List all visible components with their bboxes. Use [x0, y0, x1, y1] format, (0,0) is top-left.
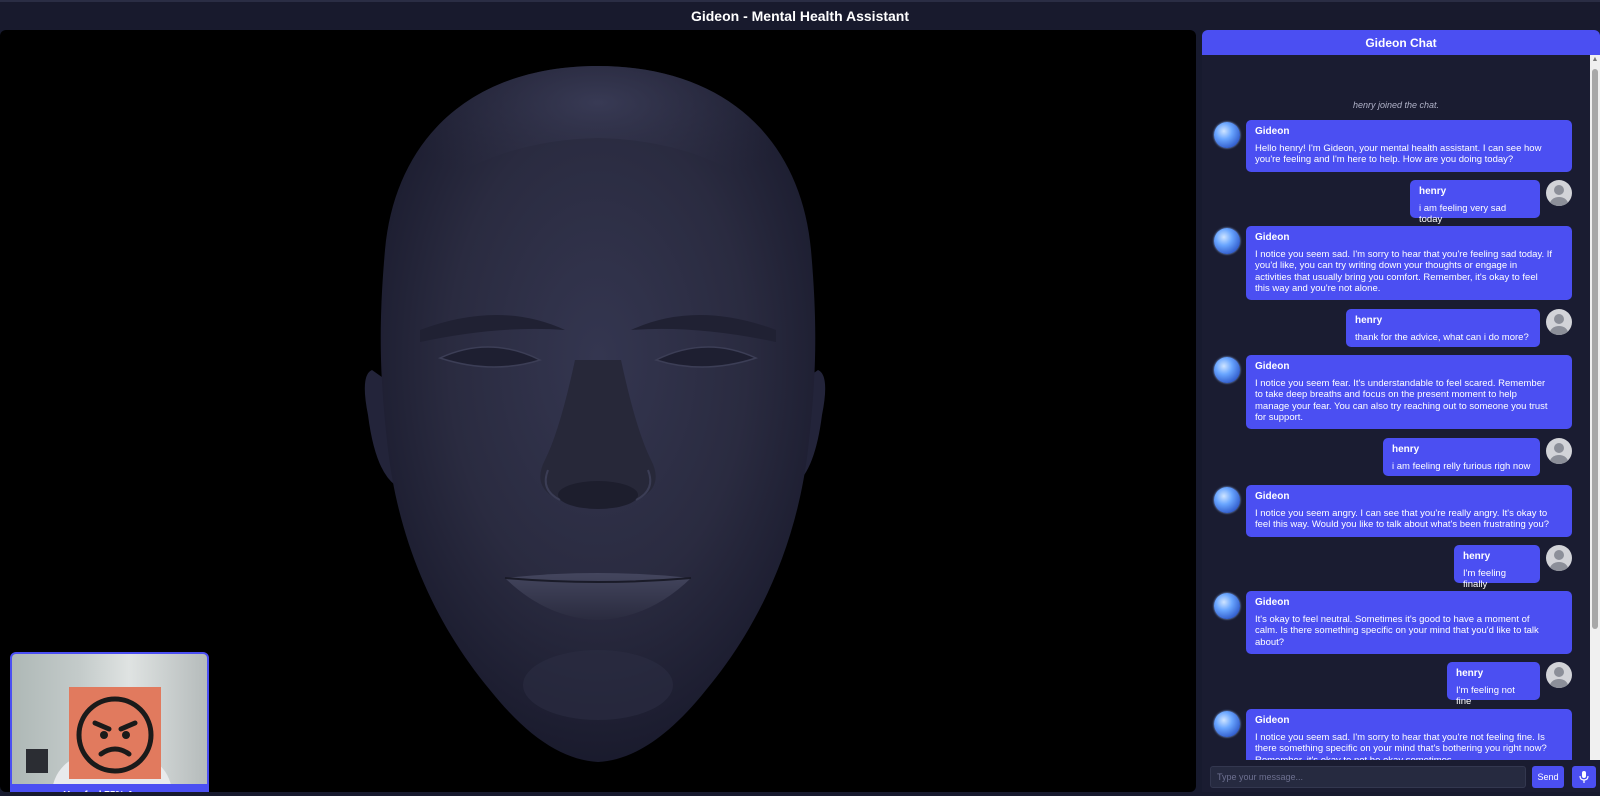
- webcam-preview: You feel 75% Angry: [10, 652, 209, 792]
- message-sender: Gideon: [1255, 126, 1290, 137]
- bot-message: Gideon I notice you seem fear. It's under…: [1246, 355, 1572, 429]
- app-header: Gideon - Mental Health Assistant: [0, 0, 1600, 30]
- message-text-line: there something specific on your mind th…: [1255, 743, 1547, 755]
- bot-avatar-icon: [1214, 711, 1240, 737]
- message-text-line: you'd like, you can try writing down you…: [1255, 260, 1518, 272]
- scroll-up-icon[interactable]: ▲: [1590, 55, 1600, 65]
- chat-title: Gideon Chat: [1365, 35, 1437, 50]
- message-sender: henry: [1456, 668, 1484, 679]
- message-text-line: calm. Is there something specific on you…: [1255, 625, 1539, 637]
- message-sender: henry: [1355, 315, 1383, 326]
- chat-panel: Gideon Chat henry joined the chat. Gideo…: [1202, 30, 1600, 792]
- message-text-line: I notice you seem sad. I'm sorry to hear…: [1255, 732, 1545, 743]
- message-sender: Gideon: [1255, 232, 1290, 243]
- bot-message: Gideon Hello henry! I'm Gideon, your ment…: [1246, 120, 1572, 172]
- chat-input-row: Send: [1202, 760, 1600, 792]
- emotion-caption: You feel 75% Angry: [12, 784, 207, 793]
- user-message: henry i am feeling very sad today: [1410, 180, 1540, 225]
- message-text-line: i am feeling very sad today: [1419, 203, 1507, 226]
- message-text-line: thank for the advice, what can i do more…: [1355, 332, 1529, 343]
- message-text-line: to take deep breaths and focus on the pr…: [1255, 389, 1517, 401]
- message-sender: henry: [1419, 186, 1447, 197]
- message-text-line: I notice you seem sad. I'm sorry to hear…: [1255, 249, 1553, 260]
- avatar-3d-viewer[interactable]: You feel 75% Angry: [0, 30, 1196, 792]
- message-sender: Gideon: [1255, 491, 1290, 502]
- angry-face-icon: [69, 687, 161, 779]
- bot-message: Gideon It's okay to feel neutral. Sometim…: [1246, 591, 1572, 654]
- user-message: henry I'm feeling finally: [1454, 545, 1540, 590]
- message-sender: Gideon: [1255, 361, 1290, 372]
- user-avatar-icon: [1546, 545, 1572, 571]
- chat-messages[interactable]: henry joined the chat. Gideon Hello henry…: [1202, 55, 1590, 782]
- system-message: henry joined the chat.: [1352, 100, 1440, 110]
- message-sender: Gideon: [1255, 715, 1290, 726]
- bot-avatar-icon: [1214, 228, 1240, 254]
- microphone-button[interactable]: [1572, 766, 1596, 788]
- message-text-line: manage your fear. You can also try reach…: [1255, 400, 1548, 412]
- webcam-background-object: [26, 749, 48, 773]
- user-message: henry thank for the advice, what can i do…: [1346, 309, 1540, 347]
- user-avatar-icon: [1546, 438, 1572, 464]
- send-button[interactable]: Send: [1532, 766, 1564, 788]
- bot-avatar-icon: [1214, 357, 1240, 383]
- user-message: henry I'm feeling not fine: [1447, 662, 1540, 707]
- app-title: Gideon - Mental Health Assistant: [690, 8, 910, 24]
- message-text-line: I notice you seem fear. It's understanda…: [1255, 378, 1546, 389]
- bot-avatar-icon: [1214, 487, 1240, 513]
- microphone-icon: [1579, 771, 1589, 783]
- chat-header: Gideon Chat: [1202, 30, 1600, 55]
- message-text-line: for support.: [1255, 411, 1304, 423]
- webcam-feed: [12, 654, 207, 784]
- message-text-line: i am feeling relly furious righ now: [1392, 461, 1531, 472]
- message-text-line: about?: [1255, 636, 1285, 648]
- message-text-line: you're feeling and I'm here to help. How…: [1255, 154, 1514, 166]
- user-avatar-icon: [1546, 662, 1572, 688]
- message-text-line: feel this way. Would you like to talk ab…: [1255, 519, 1550, 531]
- message-text-line: I'm feeling finally: [1463, 568, 1507, 591]
- message-text-line: Hello henry! I'm Gideon, your mental hea…: [1255, 143, 1542, 154]
- message-text-line: this way and you're not alone.: [1255, 282, 1381, 294]
- bot-message: Gideon I notice you seem sad. I'm sorry t…: [1246, 226, 1572, 300]
- user-avatar-icon: [1546, 309, 1572, 335]
- bot-avatar-icon: [1214, 593, 1240, 619]
- message-input[interactable]: [1210, 766, 1526, 788]
- chat-scrollbar[interactable]: ▲ ▼: [1590, 55, 1600, 782]
- message-text-line: I'm feeling not fine: [1456, 685, 1515, 708]
- user-message: henry i am feeling relly furious righ now: [1383, 438, 1540, 476]
- scrollbar-thumb[interactable]: [1592, 69, 1598, 629]
- bot-avatar-icon: [1214, 122, 1240, 148]
- message-text-line: It's okay to feel neutral. Sometimes it'…: [1255, 614, 1530, 625]
- bot-message: Gideon I notice you seem angry. I can see…: [1246, 485, 1572, 537]
- user-avatar-icon: [1546, 180, 1572, 206]
- message-sender: henry: [1463, 551, 1491, 562]
- message-sender: henry: [1392, 444, 1420, 455]
- message-text-line: activities that usually bring you comfor…: [1255, 271, 1538, 283]
- message-text-line: I notice you seem angry. I can see that …: [1255, 508, 1548, 519]
- message-sender: Gideon: [1255, 597, 1290, 608]
